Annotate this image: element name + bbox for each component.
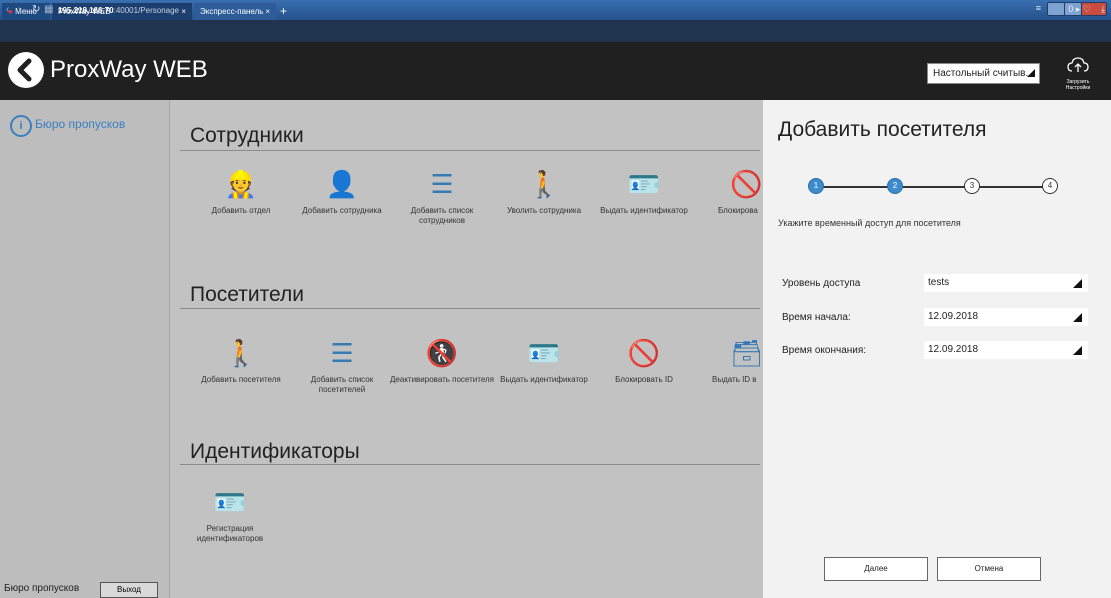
address-host: 195.218.166.70	[58, 6, 114, 15]
walking-person-icon: 🚶	[224, 338, 258, 368]
upload-settings-label: Загрузить Настройки	[1065, 79, 1091, 91]
add-visitor-list-tile[interactable]: ☰ Добавить список посетителей	[287, 334, 397, 395]
sidebar-item-pass-office[interactable]: Бюро пропусков	[35, 117, 125, 131]
reader-select-value: Настольный считыв...	[933, 68, 1034, 79]
deactivate-visitor-tile[interactable]: 🚷 Деактивировать посетителя	[387, 334, 497, 385]
stepper-line	[816, 186, 1050, 188]
logout-button[interactable]: Выход	[100, 582, 158, 598]
block-badge-icon: 🚫	[627, 338, 661, 368]
tile-label: Добавить отдел	[211, 206, 271, 215]
section-divider	[180, 308, 760, 309]
step-1: 1	[808, 178, 824, 194]
issue-visitor-identifier-tile[interactable]: 🪪 Выдать идентификатор	[489, 334, 599, 385]
start-time-label: Время начала:	[782, 312, 851, 323]
block-id-tile[interactable]: 🚫 Блокировать ID	[589, 334, 699, 385]
cancel-button[interactable]: Отмена	[937, 557, 1041, 581]
issue-id-tile[interactable]: 🗃 Выдать ID в	[690, 334, 763, 385]
section-title-visitors: Посетители	[190, 283, 304, 306]
block-badge-icon: 🚫	[730, 169, 763, 199]
panel-title: Добавить посетителя	[778, 118, 987, 141]
end-time-label: Время окончания:	[782, 345, 867, 356]
reload-icon[interactable]: ↻	[32, 4, 40, 15]
issue-identifier-tile[interactable]: 🪪 Выдать идентификатор	[589, 165, 699, 216]
address-path: :40001/Personage	[113, 6, 179, 15]
section-title-employees: Сотрудники	[190, 124, 304, 147]
dropdown-arrow-icon	[1073, 313, 1082, 322]
tile-label: Добавить посетителя	[201, 375, 281, 384]
info-icon: i	[10, 115, 32, 137]
start-time-value: 12.09.2018	[928, 311, 979, 322]
id-badge-icon: 🪪	[627, 169, 661, 199]
tile-label: Добавить список посетителей	[310, 375, 374, 394]
dropdown-arrow-icon	[1027, 69, 1035, 77]
next-button[interactable]: Далее	[824, 557, 928, 581]
tile-label: Деактивировать посетителя	[390, 375, 494, 384]
list-add-icon: ☰	[430, 169, 454, 199]
footer-user-label: Бюро пропусков	[4, 583, 80, 594]
dropdown-arrow-icon	[1073, 279, 1082, 288]
app-title: ProxWay WEB	[50, 56, 208, 83]
end-time-value: 12.09.2018	[928, 344, 979, 355]
add-employee-tile[interactable]: 👤 Добавить сотрудника	[287, 165, 397, 216]
workers-icon: 👷	[224, 169, 258, 199]
forward-icon[interactable]: ›	[18, 4, 21, 15]
step-2: 2	[887, 178, 903, 194]
end-time-select[interactable]: 12.09.2018	[924, 341, 1088, 359]
cloud-upload-icon	[1067, 57, 1089, 72]
tile-label: Уволить сотрудника	[506, 206, 582, 215]
access-level-value: tests	[928, 277, 950, 288]
panel-subtitle: Укажите временный доступ для посетителя	[778, 218, 961, 228]
access-level-select[interactable]: tests	[924, 274, 1088, 292]
section-divider	[180, 464, 760, 465]
card-box-icon: 🗃	[730, 338, 763, 368]
no-walking-icon: 🚷	[425, 338, 459, 368]
start-time-select[interactable]: 12.09.2018	[924, 308, 1088, 326]
register-identifiers-tile[interactable]: 🪪 Регистрация идентификаторов	[175, 483, 285, 544]
section-divider	[180, 150, 760, 151]
dropdown-arrow-icon	[1073, 346, 1082, 355]
address-bar-area	[0, 20, 1111, 42]
step-3: 3	[964, 178, 980, 194]
tile-label: Блокировать ID	[615, 375, 673, 384]
tile-label: Добавить сотрудника	[302, 206, 382, 215]
back-logo-icon[interactable]	[8, 52, 44, 88]
block-tile[interactable]: 🚫 Блокирова	[690, 165, 763, 216]
download-icon[interactable]: ⤓	[1101, 4, 1105, 15]
tile-label: Регистрация идентификаторов	[196, 524, 264, 543]
section-title-identifiers: Идентификаторы	[190, 440, 360, 463]
tile-label: Блокирова	[718, 206, 758, 215]
add-employee-list-tile[interactable]: ☰ Добавить список сотрудников	[387, 165, 497, 226]
walking-person-icon: 🚶	[527, 169, 561, 199]
tile-label: Добавить список сотрудников	[410, 206, 474, 225]
back-icon[interactable]: ‹	[6, 4, 9, 15]
access-level-label: Уровень доступа	[782, 278, 861, 289]
add-department-tile[interactable]: 👷 Добавить отдел	[186, 165, 296, 216]
upload-settings-button[interactable]: Загрузить Настройки	[1058, 56, 1098, 96]
add-visitor-tile[interactable]: 🚶 Добавить посетителя	[186, 334, 296, 385]
id-badge-icon: 🪪	[527, 338, 561, 368]
step-4: 4	[1042, 178, 1058, 194]
sidebar	[0, 100, 170, 598]
address-bar-actions[interactable]: 0 ▸ ♡	[1068, 4, 1091, 15]
tile-label: Выдать идентификатор	[500, 375, 588, 384]
list-add-icon: ☰	[330, 338, 354, 368]
tile-label: Выдать ID в	[712, 375, 757, 384]
address-input[interactable]: 195.218.166.70:40001/Personage	[58, 3, 1058, 18]
dismiss-employee-tile[interactable]: 🚶 Уволить сотрудника	[489, 165, 599, 216]
person-add-icon: 👤	[325, 169, 359, 199]
id-badge-icon: 🪪	[213, 487, 247, 517]
speed-dial-icon[interactable]: ▦	[44, 4, 53, 15]
reader-select[interactable]: Настольный считыв...	[927, 63, 1040, 84]
tile-label: Выдать идентификатор	[600, 206, 688, 215]
